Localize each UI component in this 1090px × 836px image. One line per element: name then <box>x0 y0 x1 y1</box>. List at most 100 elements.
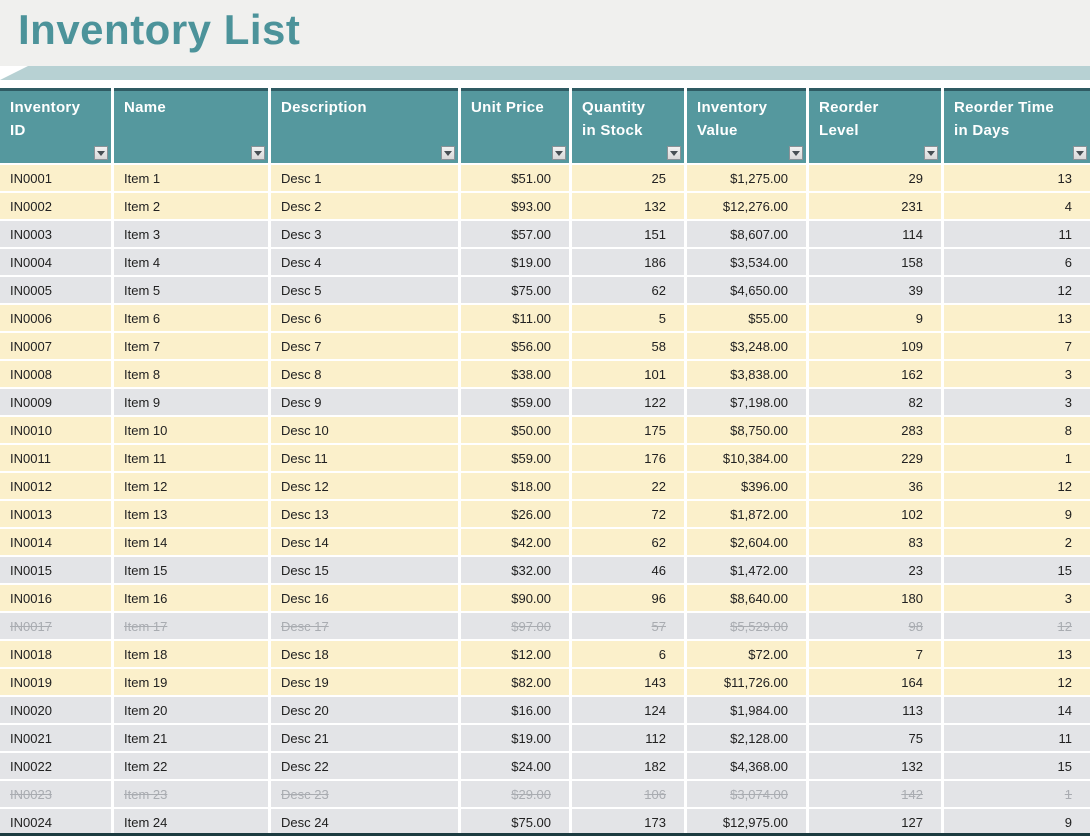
cell-description[interactable]: Desc 14 <box>271 529 458 555</box>
cell-unit-price[interactable]: $32.00 <box>461 557 569 583</box>
cell-reorder-level[interactable]: 164 <box>809 669 941 695</box>
cell-inventory-id[interactable]: IN0007 <box>0 333 111 359</box>
cell-name[interactable]: Item 8 <box>114 361 268 387</box>
cell-reorder-level[interactable]: 229 <box>809 445 941 471</box>
cell-name[interactable]: Item 14 <box>114 529 268 555</box>
cell-inventory-id[interactable]: IN0017 <box>0 613 111 639</box>
cell-quantity-in-stock[interactable]: 5 <box>572 305 684 331</box>
cell-description[interactable]: Desc 24 <box>271 809 458 835</box>
cell-description[interactable]: Desc 16 <box>271 585 458 611</box>
cell-unit-price[interactable]: $57.00 <box>461 221 569 247</box>
cell-inventory-value[interactable]: $4,368.00 <box>687 753 806 779</box>
cell-reorder-time-in-days[interactable]: 1 <box>944 445 1090 471</box>
cell-name[interactable]: Item 23 <box>114 781 268 807</box>
cell-reorder-level[interactable]: 113 <box>809 697 941 723</box>
cell-name[interactable]: Item 11 <box>114 445 268 471</box>
cell-quantity-in-stock[interactable]: 151 <box>572 221 684 247</box>
cell-reorder-level[interactable]: 82 <box>809 389 941 415</box>
column-header-inventory-id[interactable]: Inventory ID <box>0 88 111 163</box>
cell-name[interactable]: Item 20 <box>114 697 268 723</box>
cell-unit-price[interactable]: $50.00 <box>461 417 569 443</box>
cell-name[interactable]: Item 9 <box>114 389 268 415</box>
cell-reorder-time-in-days[interactable]: 13 <box>944 641 1090 667</box>
cell-reorder-level[interactable]: 9 <box>809 305 941 331</box>
cell-reorder-time-in-days[interactable]: 12 <box>944 473 1090 499</box>
cell-unit-price[interactable]: $59.00 <box>461 445 569 471</box>
cell-quantity-in-stock[interactable]: 176 <box>572 445 684 471</box>
cell-unit-price[interactable]: $75.00 <box>461 809 569 835</box>
cell-reorder-time-in-days[interactable]: 15 <box>944 753 1090 779</box>
cell-reorder-time-in-days[interactable]: 11 <box>944 725 1090 751</box>
filter-dropdown-button[interactable] <box>924 146 938 160</box>
cell-inventory-id[interactable]: IN0021 <box>0 725 111 751</box>
cell-description[interactable]: Desc 4 <box>271 249 458 275</box>
cell-inventory-value[interactable]: $11,726.00 <box>687 669 806 695</box>
filter-dropdown-button[interactable] <box>94 146 108 160</box>
cell-reorder-level[interactable]: 283 <box>809 417 941 443</box>
cell-inventory-id[interactable]: IN0004 <box>0 249 111 275</box>
cell-unit-price[interactable]: $24.00 <box>461 753 569 779</box>
cell-unit-price[interactable]: $56.00 <box>461 333 569 359</box>
column-header-reorder-time-in-days[interactable]: Reorder Time in Days <box>944 88 1090 163</box>
cell-reorder-level[interactable]: 102 <box>809 501 941 527</box>
cell-name[interactable]: Item 2 <box>114 193 268 219</box>
cell-description[interactable]: Desc 18 <box>271 641 458 667</box>
cell-name[interactable]: Item 3 <box>114 221 268 247</box>
cell-description[interactable]: Desc 8 <box>271 361 458 387</box>
cell-inventory-value[interactable]: $1,984.00 <box>687 697 806 723</box>
cell-reorder-time-in-days[interactable]: 1 <box>944 781 1090 807</box>
cell-inventory-value[interactable]: $55.00 <box>687 305 806 331</box>
cell-quantity-in-stock[interactable]: 175 <box>572 417 684 443</box>
cell-inventory-value[interactable]: $8,640.00 <box>687 585 806 611</box>
cell-quantity-in-stock[interactable]: 186 <box>572 249 684 275</box>
cell-description[interactable]: Desc 17 <box>271 613 458 639</box>
cell-unit-price[interactable]: $16.00 <box>461 697 569 723</box>
cell-reorder-time-in-days[interactable]: 2 <box>944 529 1090 555</box>
cell-inventory-id[interactable]: IN0024 <box>0 809 111 835</box>
cell-description[interactable]: Desc 10 <box>271 417 458 443</box>
cell-reorder-level[interactable]: 39 <box>809 277 941 303</box>
column-header-reorder-level[interactable]: Reorder Level <box>809 88 941 163</box>
cell-description[interactable]: Desc 20 <box>271 697 458 723</box>
cell-quantity-in-stock[interactable]: 173 <box>572 809 684 835</box>
cell-quantity-in-stock[interactable]: 106 <box>572 781 684 807</box>
cell-reorder-time-in-days[interactable]: 6 <box>944 249 1090 275</box>
cell-unit-price[interactable]: $38.00 <box>461 361 569 387</box>
cell-quantity-in-stock[interactable]: 72 <box>572 501 684 527</box>
cell-inventory-value[interactable]: $3,074.00 <box>687 781 806 807</box>
cell-unit-price[interactable]: $11.00 <box>461 305 569 331</box>
cell-inventory-value[interactable]: $3,248.00 <box>687 333 806 359</box>
cell-description[interactable]: Desc 5 <box>271 277 458 303</box>
cell-unit-price[interactable]: $59.00 <box>461 389 569 415</box>
cell-name[interactable]: Item 18 <box>114 641 268 667</box>
cell-description[interactable]: Desc 13 <box>271 501 458 527</box>
cell-inventory-id[interactable]: IN0013 <box>0 501 111 527</box>
cell-reorder-time-in-days[interactable]: 13 <box>944 165 1090 191</box>
cell-reorder-level[interactable]: 114 <box>809 221 941 247</box>
cell-description[interactable]: Desc 9 <box>271 389 458 415</box>
cell-description[interactable]: Desc 22 <box>271 753 458 779</box>
cell-name[interactable]: Item 6 <box>114 305 268 331</box>
cell-reorder-level[interactable]: 142 <box>809 781 941 807</box>
filter-dropdown-button[interactable] <box>667 146 681 160</box>
cell-unit-price[interactable]: $90.00 <box>461 585 569 611</box>
cell-quantity-in-stock[interactable]: 46 <box>572 557 684 583</box>
column-header-description[interactable]: Description <box>271 88 458 163</box>
cell-inventory-id[interactable]: IN0012 <box>0 473 111 499</box>
cell-inventory-id[interactable]: IN0015 <box>0 557 111 583</box>
cell-reorder-time-in-days[interactable]: 14 <box>944 697 1090 723</box>
cell-reorder-level[interactable]: 132 <box>809 753 941 779</box>
cell-description[interactable]: Desc 6 <box>271 305 458 331</box>
cell-unit-price[interactable]: $26.00 <box>461 501 569 527</box>
cell-inventory-id[interactable]: IN0002 <box>0 193 111 219</box>
cell-inventory-id[interactable]: IN0019 <box>0 669 111 695</box>
cell-reorder-time-in-days[interactable]: 13 <box>944 305 1090 331</box>
cell-unit-price[interactable]: $93.00 <box>461 193 569 219</box>
cell-name[interactable]: Item 19 <box>114 669 268 695</box>
cell-inventory-id[interactable]: IN0022 <box>0 753 111 779</box>
cell-description[interactable]: Desc 7 <box>271 333 458 359</box>
cell-unit-price[interactable]: $19.00 <box>461 725 569 751</box>
cell-name[interactable]: Item 21 <box>114 725 268 751</box>
cell-quantity-in-stock[interactable]: 124 <box>572 697 684 723</box>
cell-inventory-id[interactable]: IN0014 <box>0 529 111 555</box>
